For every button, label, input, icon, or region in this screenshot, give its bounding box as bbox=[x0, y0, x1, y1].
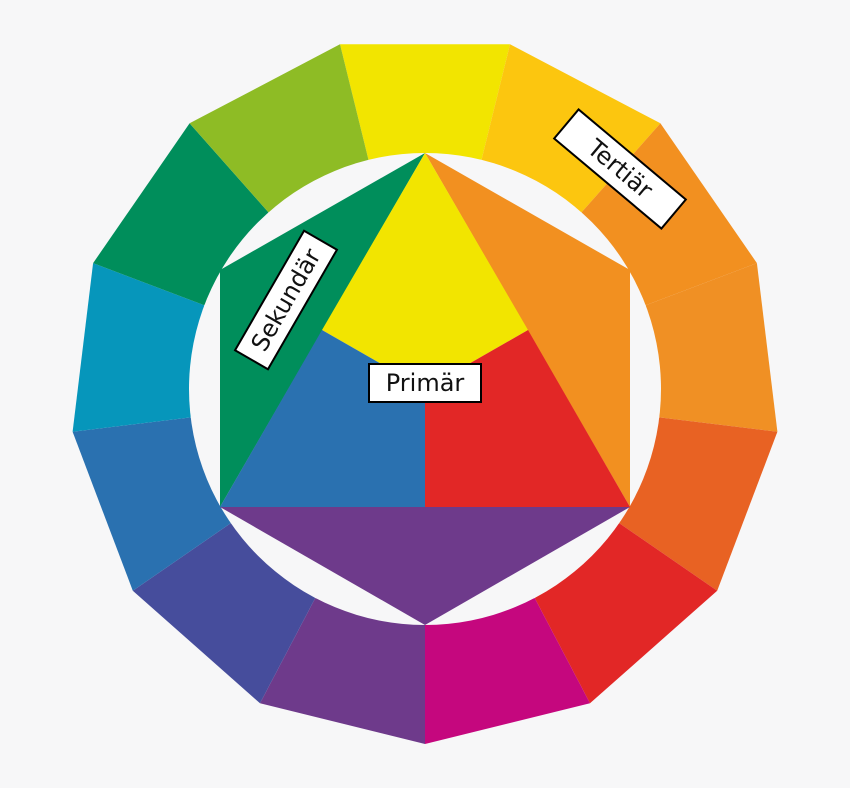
label-primary-text: Primär bbox=[386, 369, 465, 397]
color-wheel: Primär Sekundär Tertiär bbox=[0, 0, 850, 788]
label-primary: Primär bbox=[368, 363, 482, 403]
color-wheel-diagram: Primär Sekundär Tertiär bbox=[0, 0, 850, 788]
ring-segment-yellow bbox=[340, 44, 510, 160]
